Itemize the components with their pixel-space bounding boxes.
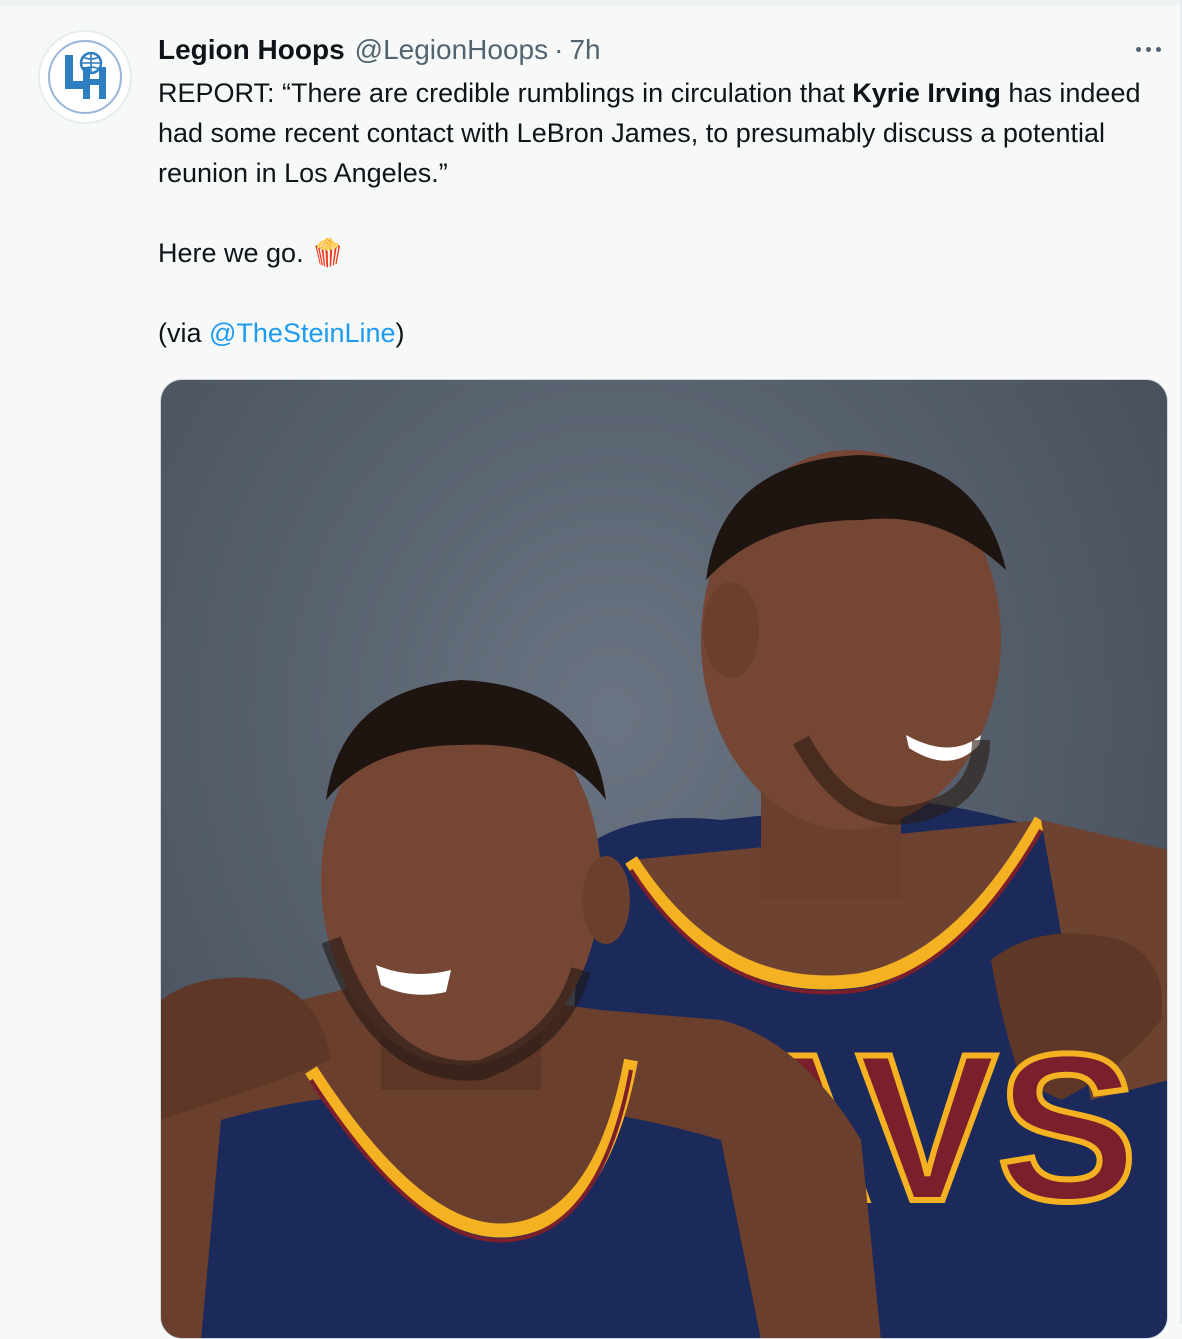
tweet-paragraph-report: REPORT: “There are credible rumblings in… <box>158 73 1168 193</box>
separator-dot: · <box>554 34 564 65</box>
tweet-photo[interactable]: AVS <box>160 379 1168 1339</box>
tweet-text: REPORT: “There are credible rumblings in… <box>158 73 1168 353</box>
timestamp[interactable]: 7h <box>569 34 600 66</box>
popcorn-icon: 🍿 <box>311 238 345 268</box>
mention-link[interactable]: @TheSteinLine <box>209 318 396 348</box>
tweet-header: Legion Hoops @LegionHoops · 7h <box>158 30 601 70</box>
via-close: ) <box>395 318 405 348</box>
more-options-icon[interactable] <box>1128 36 1168 62</box>
photo-illustration: AVS <box>161 450 1167 1338</box>
via-text: (via <box>158 318 210 348</box>
top-border <box>0 0 1182 6</box>
author-name[interactable]: Legion Hoops <box>158 34 345 66</box>
here-we-go-text: Here we go. <box>158 238 304 268</box>
bold-name: Kyrie Irving <box>852 78 1001 108</box>
legion-hoops-logo-icon <box>47 39 123 115</box>
avatar[interactable] <box>38 30 132 124</box>
report-text: REPORT: “There are credible rumblings in… <box>158 78 853 108</box>
tweet-paragraph-via: (via @TheSteinLine) <box>158 313 1168 353</box>
author-handle[interactable]: @LegionHoops <box>355 34 548 66</box>
tweet-paragraph-herewego: Here we go. 🍿 <box>158 233 1168 273</box>
